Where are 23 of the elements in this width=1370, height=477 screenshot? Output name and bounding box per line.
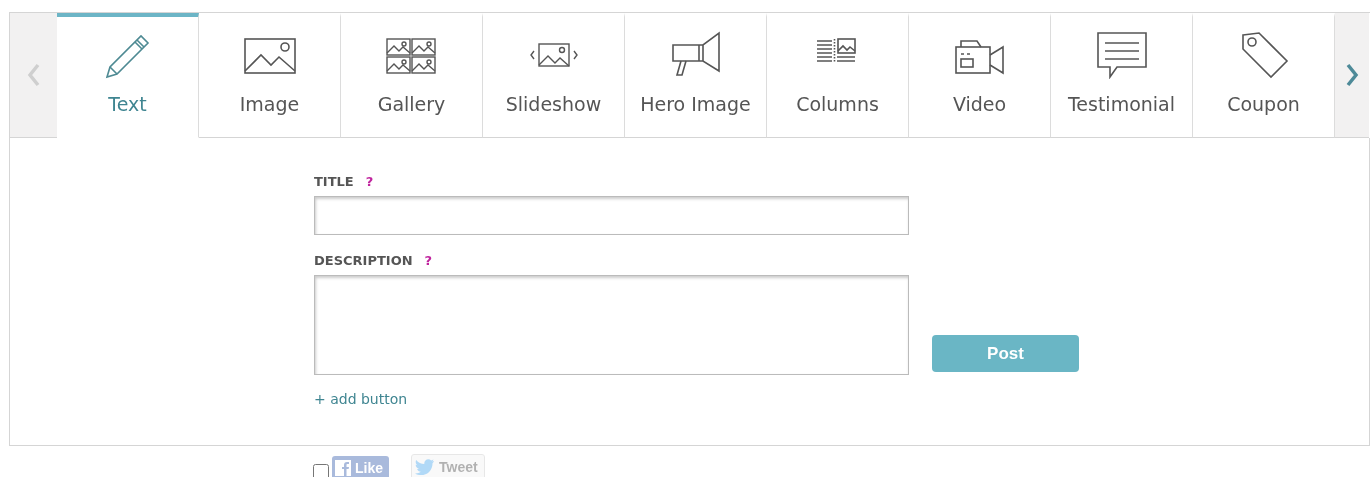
facebook-icon [335,460,351,476]
field-label: DESCRIPTION [314,253,413,268]
speech-bubble-icon [1094,29,1149,79]
chevron-right-icon [1344,63,1360,87]
tab[interactable]: Testimonial [1051,13,1193,138]
tab[interactable]: Slideshow [483,13,625,138]
tab[interactable]: Columns [767,13,909,138]
help-link[interactable]: ? [365,174,374,189]
chevron-left-icon [25,63,42,87]
tab[interactable]: Coupon [1193,13,1335,138]
share-checkbox[interactable] [313,464,329,477]
help-link[interactable]: ? [424,253,433,268]
tab[interactable]: Video [909,13,1051,138]
tab[interactable]: Image [199,13,341,138]
add-button-link[interactable]: + add button [314,391,408,407]
description-field[interactable] [314,275,909,375]
tab[interactable]: Hero Image [625,13,767,138]
next-button[interactable] [1335,13,1369,138]
bird-icon [415,459,435,475]
title-field[interactable] [314,196,909,235]
field-label: TITLE [314,174,354,189]
tab[interactable]: Text [57,13,199,138]
tab[interactable]: Gallery [341,13,483,138]
